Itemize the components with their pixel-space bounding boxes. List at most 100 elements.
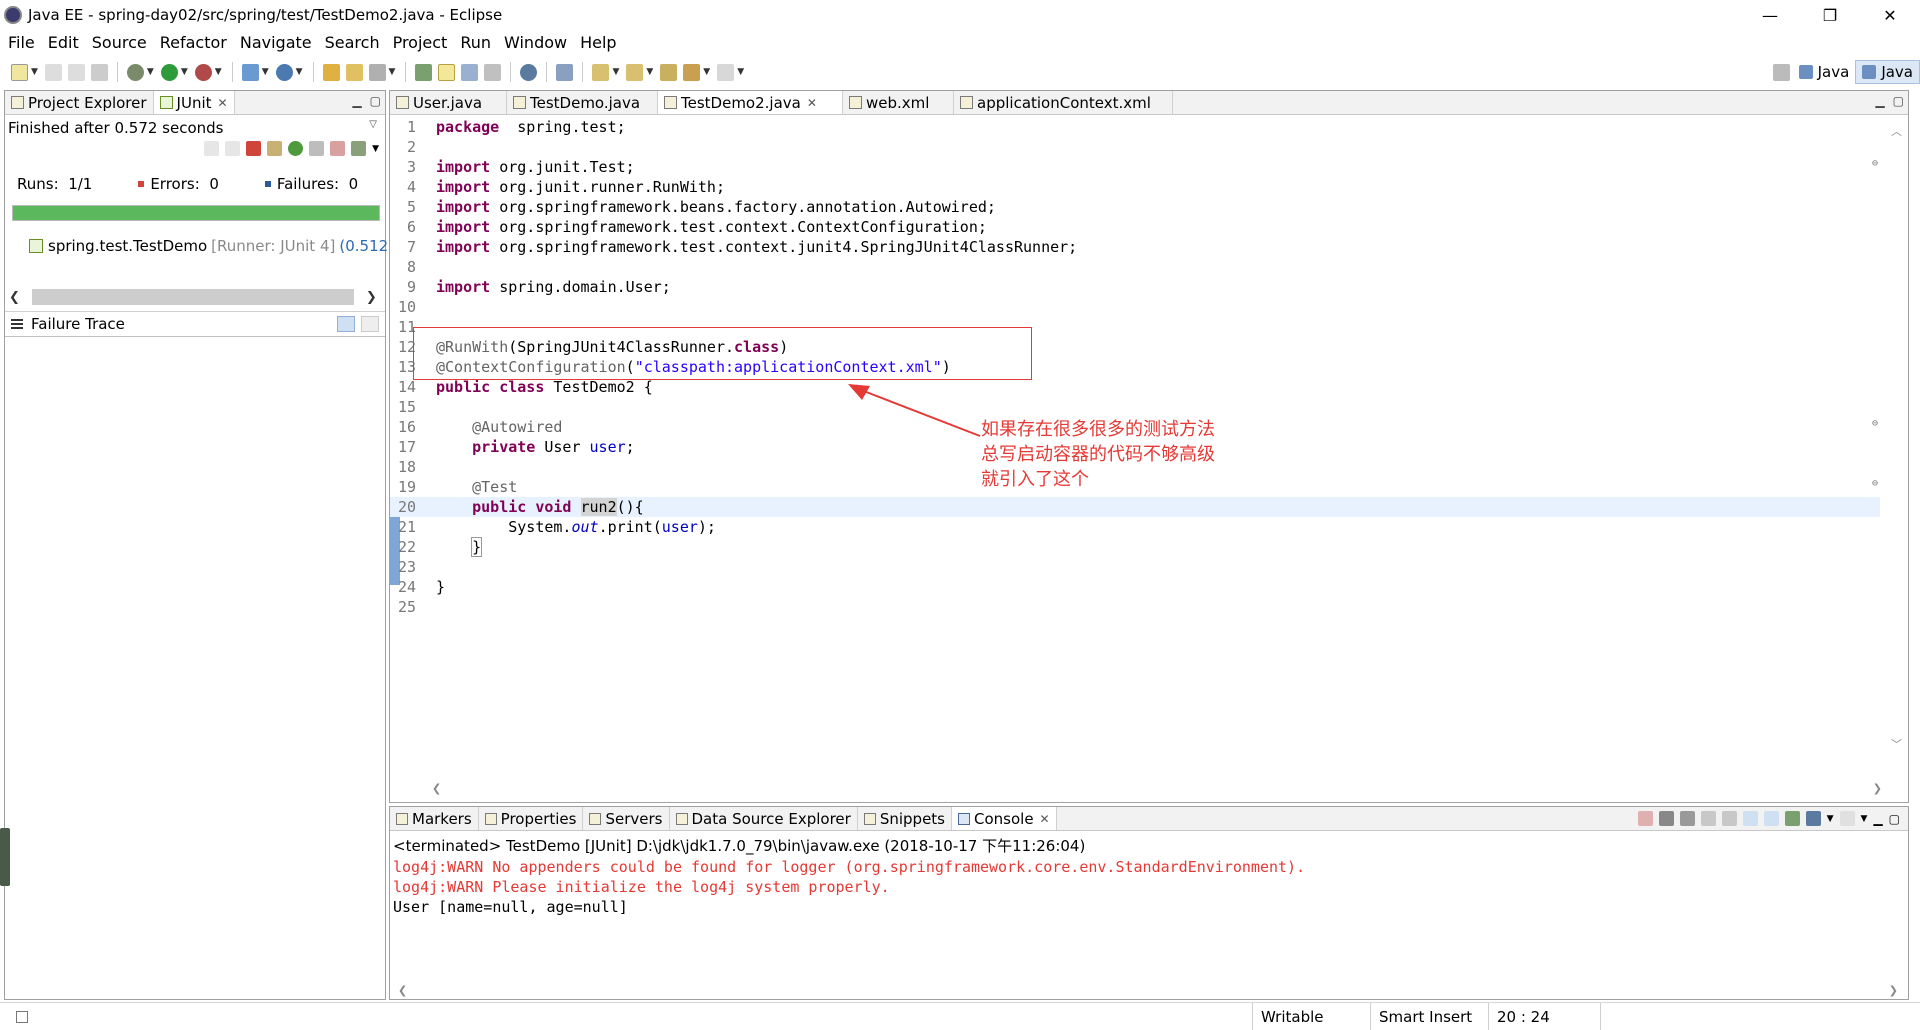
block-selection-icon[interactable]: [461, 63, 479, 81]
web-browser-icon[interactable]: [520, 63, 538, 81]
menu-file[interactable]: File: [8, 33, 35, 52]
display-console-icon[interactable]: [1805, 811, 1821, 826]
run-icon[interactable]: [160, 63, 178, 81]
show-on-output-icon[interactable]: [1763, 811, 1779, 826]
mark-occurrences-icon[interactable]: [438, 63, 456, 81]
code-line[interactable]: 4 import org.junit.runner.RunWith;: [390, 177, 1880, 197]
display-console-dropdown-icon[interactable]: ▼: [1827, 814, 1834, 824]
scroll-left-icon[interactable]: ❮: [432, 782, 441, 800]
menu-navigate[interactable]: Navigate: [240, 33, 312, 52]
close-tab-icon[interactable]: ✕: [807, 96, 817, 110]
minimize-view-icon[interactable]: ▁: [1873, 812, 1882, 826]
menu-source[interactable]: Source: [92, 33, 147, 52]
close-button[interactable]: ✕: [1860, 0, 1920, 30]
code-line[interactable]: 10: [390, 297, 1880, 317]
forward-dropdown-icon[interactable]: ▼: [737, 67, 744, 77]
show-failures-only-icon[interactable]: [246, 141, 262, 156]
next-annotation-icon[interactable]: [592, 63, 610, 81]
tab-properties[interactable]: Properties: [479, 807, 584, 830]
open-console-icon[interactable]: [1839, 811, 1855, 826]
stop-icon[interactable]: [330, 141, 346, 156]
remove-launch-icon[interactable]: [1658, 811, 1674, 826]
view-menu-icon[interactable]: ▽: [369, 119, 377, 130]
scrollbar-thumb[interactable]: [31, 289, 354, 305]
tab-testdemo2-java[interactable]: TestDemo2.java ✕: [658, 91, 843, 114]
code-line[interactable]: 15: [390, 397, 1880, 417]
pin-editor-icon[interactable]: [556, 63, 574, 81]
maximize-view-icon[interactable]: ▢: [1893, 94, 1904, 108]
compare-result-icon[interactable]: [361, 316, 379, 332]
tab-applicationcontext-xml[interactable]: applicationContext.xml: [954, 91, 1173, 114]
minimize-view-icon[interactable]: ▁: [1875, 94, 1884, 108]
save-icon[interactable]: [44, 63, 62, 81]
editor-vertical-scrollbar[interactable]: ︿ ﹀: [1886, 117, 1908, 772]
debug-icon[interactable]: [126, 63, 144, 81]
open-perspective-icon[interactable]: [1772, 63, 1790, 81]
forward-icon[interactable]: [717, 63, 735, 81]
restore-button[interactable]: ❐: [1800, 0, 1860, 30]
previous-annotation-dropdown-icon[interactable]: ▼: [646, 67, 653, 77]
fold-toggle-icon[interactable]: ⊖: [1872, 158, 1878, 169]
back-icon[interactable]: [683, 63, 701, 81]
code-line[interactable]: 5 import org.springframework.beans.factor…: [390, 197, 1880, 217]
save-all-icon[interactable]: [67, 63, 85, 81]
close-tab-icon[interactable]: ✕: [218, 96, 228, 110]
code-line[interactable]: 23: [390, 557, 1880, 577]
menu-refactor[interactable]: Refactor: [160, 33, 227, 52]
console-horizontal-scrollbar[interactable]: ❮ ❯: [398, 984, 1898, 997]
code-line[interactable]: 9 import spring.domain.User;: [390, 277, 1880, 297]
maximize-view-icon[interactable]: ▢: [370, 94, 381, 108]
code-line[interactable]: 25: [390, 597, 1880, 617]
new-server-dropdown-icon[interactable]: ▼: [262, 67, 269, 77]
word-wrap-icon[interactable]: [1742, 811, 1758, 826]
scroll-lock-icon[interactable]: [1721, 811, 1737, 826]
terminate-icon[interactable]: [1637, 811, 1653, 826]
debug-dropdown-icon[interactable]: ▼: [147, 67, 154, 77]
menu-search[interactable]: Search: [325, 33, 380, 52]
test-tree-item[interactable]: spring.test.TestDemo [Runner: JUnit 4] (…: [29, 237, 388, 255]
remove-all-terminated-icon[interactable]: [1679, 811, 1695, 826]
show-whitespace-icon[interactable]: [484, 63, 502, 81]
code-line[interactable]: 24}: [390, 577, 1880, 597]
menu-edit[interactable]: Edit: [48, 33, 79, 52]
scroll-left-icon[interactable]: ❮: [9, 290, 20, 305]
rerun-failures-first-icon[interactable]: [309, 141, 325, 156]
open-resource-icon[interactable]: [345, 63, 363, 81]
scroll-down-icon[interactable]: ﹀: [1891, 736, 1902, 752]
new-icon[interactable]: [11, 63, 28, 81]
history-dropdown-icon[interactable]: ▼: [372, 144, 379, 154]
next-annotation-dropdown-icon[interactable]: ▼: [612, 67, 619, 77]
code-line[interactable]: 1 package spring.test;: [390, 117, 1880, 137]
perspective-java-ee[interactable]: Java: [1793, 61, 1856, 83]
side-dock-handle[interactable]: [0, 828, 10, 886]
filter-stack-trace-icon[interactable]: [337, 316, 355, 332]
scroll-right-icon[interactable]: ❯: [366, 290, 377, 305]
menu-help[interactable]: Help: [580, 33, 616, 52]
minimize-button[interactable]: —: [1740, 0, 1800, 30]
open-type-icon[interactable]: [322, 63, 340, 81]
clear-console-icon[interactable]: [1700, 811, 1716, 826]
scroll-left-icon[interactable]: ❮: [398, 984, 407, 997]
scroll-up-icon[interactable]: ︿: [1891, 123, 1902, 139]
tab-testdemo-java[interactable]: TestDemo.java: [507, 91, 658, 114]
scroll-right-icon[interactable]: ❯: [1873, 782, 1882, 800]
next-failure-icon[interactable]: [204, 141, 220, 156]
test-tree-scrollbar[interactable]: ❮ ❯: [9, 287, 383, 307]
fold-toggle-icon[interactable]: ⊖: [1872, 418, 1878, 429]
open-console-dropdown-icon[interactable]: ▼: [1861, 814, 1868, 824]
minimize-view-icon[interactable]: ▁: [352, 94, 361, 108]
back-dropdown-icon[interactable]: ▼: [703, 67, 710, 77]
previous-failure-icon[interactable]: [225, 141, 241, 156]
code-line[interactable]: 20 public void run2(){: [390, 497, 1880, 517]
menu-window[interactable]: Window: [504, 33, 567, 52]
test-run-history-icon[interactable]: [351, 141, 367, 156]
pin-console-icon[interactable]: [1784, 811, 1800, 826]
print-icon[interactable]: [90, 63, 108, 81]
tab-console[interactable]: Console ✕: [952, 807, 1057, 830]
code-line[interactable]: 6 import org.springframework.test.context…: [390, 217, 1880, 237]
search-icon[interactable]: [368, 63, 386, 81]
fold-toggle-icon[interactable]: ⊖: [1872, 478, 1878, 489]
new-class-dropdown-icon[interactable]: ▼: [296, 67, 303, 77]
tab-markers[interactable]: Markers: [390, 807, 479, 830]
new-server-icon[interactable]: [241, 63, 259, 81]
